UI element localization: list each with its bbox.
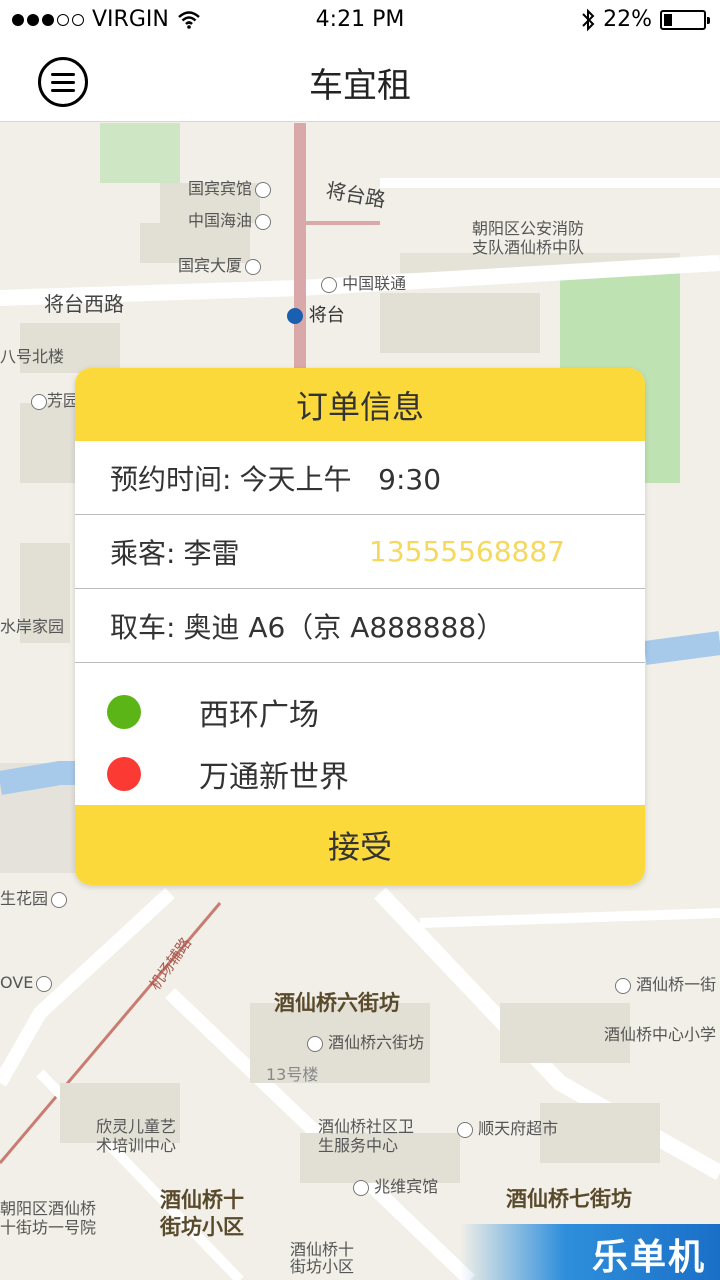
- poi-icon: [307, 1035, 323, 1052]
- bluetooth-icon: [582, 8, 595, 31]
- building-icon: [245, 258, 262, 275]
- pickup-car-value: 奥迪 A6（京 A888888）: [183, 610, 505, 644]
- accept-button[interactable]: 接受: [75, 805, 645, 885]
- map-label-xinling-art: 欣灵儿童艺 术培训中心: [96, 1117, 177, 1155]
- start-point-icon: [107, 695, 141, 729]
- map-label-jiuxianqiao-6-poi: 酒仙桥六街坊: [328, 1033, 425, 1052]
- map-label-guobin-hotel: 国宾宾馆: [188, 179, 253, 198]
- end-point-icon: [107, 757, 141, 791]
- map-label-bahao-north: 八号北楼: [0, 347, 65, 366]
- map-label-zhongguo-haiyou: 中国海油: [188, 211, 253, 230]
- map-label-jiangtai-west-road: 将台西路: [44, 292, 124, 316]
- appointment-time-label: 预约时间:: [110, 462, 232, 496]
- hotel-icon: [255, 181, 272, 198]
- map-label-health-center: 酒仙桥社区卫 生服务中心: [318, 1117, 415, 1155]
- supermarket-icon: [457, 1121, 473, 1138]
- start-location: 西环广场: [75, 681, 645, 743]
- poi-icon: [31, 393, 47, 410]
- map-label-jiuxianqiao-10-poi: 酒仙桥十 街坊小区: [290, 1240, 355, 1276]
- passenger-label: 乘客:: [110, 536, 176, 570]
- order-card: 订单信息 预约时间: 今天上午 9:30 乘客: 李雷 13555568887 …: [75, 368, 645, 885]
- order-card-title: 订单信息: [75, 368, 645, 441]
- map-label-zhaowei-hotel: 兆维宾馆: [374, 1177, 439, 1196]
- battery-icon: [660, 9, 710, 30]
- map-label-jiuxianqiao-10: 酒仙桥十 街坊小区: [160, 1188, 244, 1239]
- map-label-jiuxianqiao-7: 酒仙桥七街坊: [506, 1187, 632, 1211]
- poi-icon: [321, 276, 337, 293]
- navigation-bar: 车宜租: [0, 40, 720, 122]
- map-label-jiuxianqiao-1: 酒仙桥一街: [636, 975, 717, 994]
- page-title: 车宜租: [309, 66, 411, 106]
- pickup-car-row: 取车: 奥迪 A6（京 A888888）: [75, 589, 645, 663]
- route-stops: 西环广场 万通新世界: [75, 663, 645, 803]
- poi-icon: [51, 891, 68, 908]
- end-location: 万通新世界: [75, 743, 645, 805]
- map-label-jiuxianqiao-center: 酒仙桥中心小学: [604, 1025, 717, 1044]
- map-label-ove: OVE: [0, 973, 34, 992]
- map-label-jiuxianqiao-6: 酒仙桥六街坊: [274, 991, 400, 1015]
- passenger-row: 乘客: 李雷 13555568887: [75, 515, 645, 589]
- map-label-shuian-jiayuan: 水岸家园: [0, 617, 65, 636]
- status-bar: VIRGIN 4:21 PM 22%: [0, 0, 720, 40]
- passenger-name: 李雷: [183, 536, 240, 570]
- map-label-china-unicom: 中国联通: [342, 274, 407, 293]
- poi-icon: [615, 977, 631, 994]
- end-location-text: 万通新世界: [199, 760, 349, 795]
- appointment-time-value: 今天上午 9:30: [239, 462, 442, 496]
- map-label-fire-station: 朝阳区公安消防 支队酒仙桥中队: [472, 219, 585, 257]
- poi-icon: [255, 213, 272, 230]
- start-location-text: 西环广场: [199, 698, 319, 733]
- poi-icon: [36, 975, 53, 992]
- watermark-logo: 乐单机: [460, 1224, 720, 1280]
- map-label-shenghuayuan: 生花园: [0, 889, 49, 908]
- battery-percent: 22%: [603, 7, 652, 32]
- pickup-car-label: 取车:: [110, 610, 176, 644]
- watermark-text: 乐单机: [591, 1237, 706, 1278]
- map-label-building-13: 13号楼: [266, 1065, 319, 1084]
- subway-icon: [287, 308, 303, 324]
- hotel-icon: [353, 1179, 369, 1196]
- map-label-guobin-dasha: 国宾大厦: [178, 256, 243, 275]
- map-label-chaoyang-jiuxianqiao: 朝阳区酒仙桥 十街坊一号院: [0, 1199, 97, 1237]
- passenger-phone-link[interactable]: 13555568887: [369, 535, 565, 568]
- map-label-jiangtai-station: 将台: [308, 305, 345, 326]
- map-label-shuntianfu: 顺天府超市: [478, 1119, 559, 1138]
- appointment-time-row: 预约时间: 今天上午 9:30: [75, 441, 645, 515]
- status-right: 22%: [581, 7, 710, 32]
